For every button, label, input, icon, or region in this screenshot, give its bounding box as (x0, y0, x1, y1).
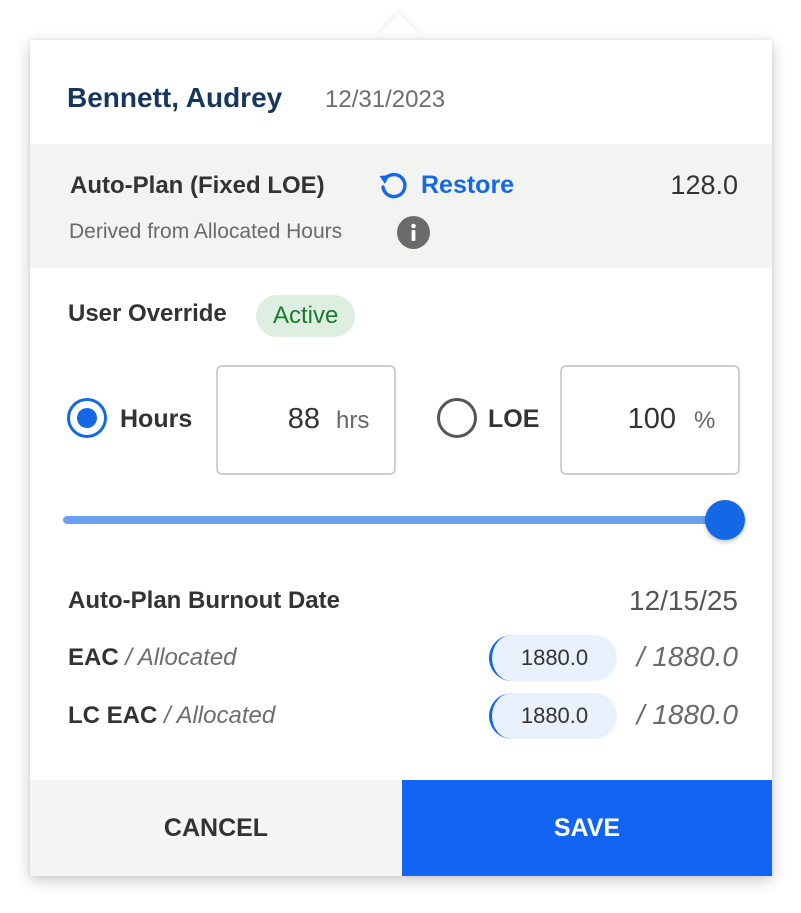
eac-value-pill[interactable]: 1880.0 (489, 635, 617, 681)
hours-unit: hrs (336, 407, 370, 434)
auto-plan-subtitle: Derived from Allocated Hours (69, 220, 343, 243)
header-date: 12/31/2023 (325, 86, 446, 113)
lc-eac-row-label: LC EAC / Allocated (68, 702, 275, 730)
burnout-date-label: Auto-Plan Burnout Date (68, 587, 340, 614)
burnout-date-value: 12/15/25 (629, 585, 738, 616)
auto-plan-value: 128.0 (670, 170, 738, 200)
eac-allocated: / 1880.0 (636, 641, 738, 672)
loe-unit: % (694, 407, 716, 434)
eac-row-label: EAC / Allocated (68, 644, 237, 672)
auto-plan-section: Auto-Plan (Fixed LOE) Restore 128.0 Deri… (30, 144, 772, 268)
hours-radio-label[interactable]: Hours (120, 405, 192, 434)
hours-radio[interactable] (67, 398, 107, 438)
slider-thumb[interactable] (705, 500, 745, 540)
hours-input[interactable]: 88 hrs (216, 365, 396, 475)
lc-eac-allocated: / 1880.0 (636, 699, 738, 730)
user-override-label: User Override (68, 300, 227, 327)
loe-radio-label[interactable]: LOE (488, 405, 539, 434)
loe-radio[interactable] (437, 398, 477, 438)
eac-label: EAC (68, 644, 119, 671)
loe-input[interactable]: 100 % (560, 365, 740, 475)
lc-eac-sub-label: / Allocated (164, 702, 276, 729)
slider-track[interactable] (63, 516, 727, 524)
auto-plan-title: Auto-Plan (Fixed LOE) (70, 172, 325, 199)
lc-eac-label: LC EAC (68, 702, 158, 729)
restore-label: Restore (421, 170, 515, 199)
restore-button[interactable]: Restore (376, 168, 514, 202)
popover-footer: CANCEL SAVE (30, 780, 772, 876)
eac-sub-label: / Allocated (125, 644, 237, 671)
status-badge: Active (256, 295, 356, 337)
info-icon[interactable] (397, 216, 430, 249)
lc-eac-value-pill[interactable]: 1880.0 (489, 693, 617, 739)
resource-name: Bennett, Audrey (67, 82, 283, 113)
save-button[interactable]: SAVE (402, 780, 772, 876)
cancel-button[interactable]: CANCEL (30, 780, 402, 876)
popover-header: Bennett, Audrey 12/31/2023 (30, 40, 772, 144)
hours-value: 88 (287, 403, 320, 435)
restore-icon (376, 168, 410, 202)
loe-value: 100 (627, 403, 676, 435)
override-popover: Bennett, Audrey 12/31/2023 Auto-Plan (Fi… (30, 40, 772, 876)
